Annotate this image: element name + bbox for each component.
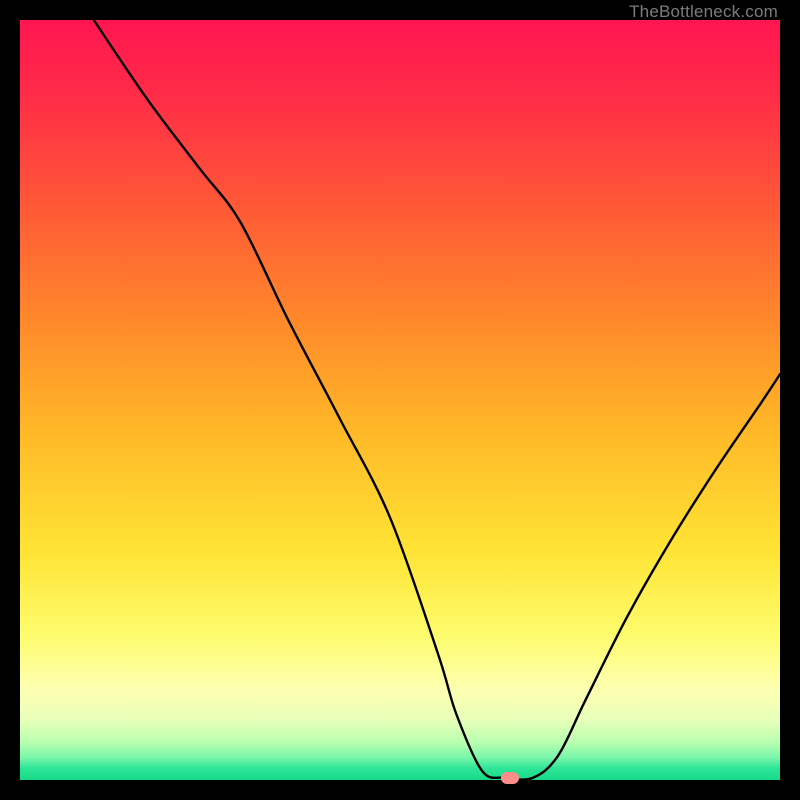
bottleneck-curve [94,20,780,780]
watermark-text: TheBottleneck.com [629,2,778,22]
optimal-marker [501,772,519,784]
chart-container: TheBottleneck.com [0,0,800,800]
plot-area [20,20,780,780]
curve-svg [20,20,780,780]
